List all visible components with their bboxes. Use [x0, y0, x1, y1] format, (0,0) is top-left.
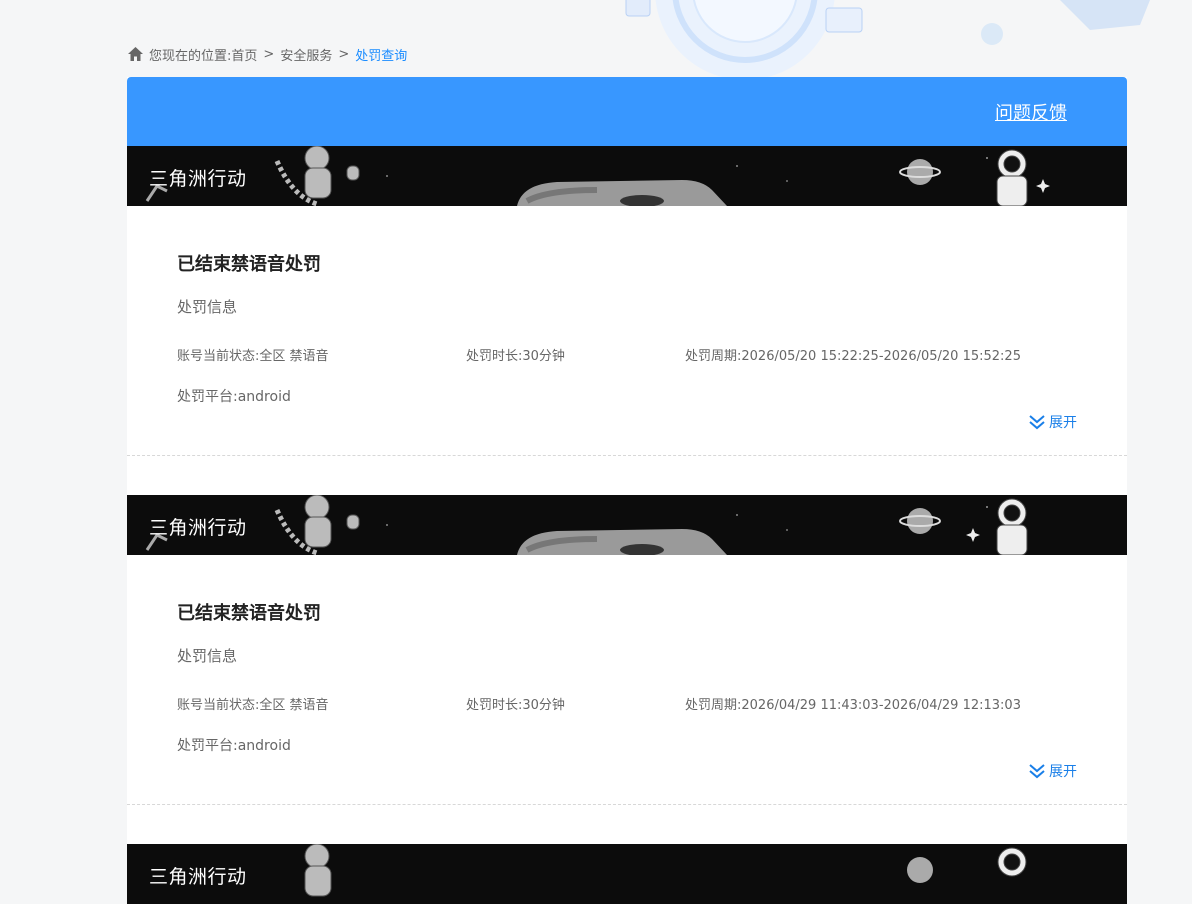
account-status: 账号当前状态:全区 禁语音 — [177, 698, 329, 713]
breadcrumb-prefix: 您现在的位置: — [149, 48, 232, 64]
background-decoration — [0, 0, 1192, 80]
penalty-list-panel: 问题反馈 三角洲行动 已结束禁语音处罚 处罚信息 账号当前状态:全区 禁语音 处… — [127, 77, 1127, 904]
record-body: 已结束禁语音处罚 处罚信息 账号当前状态:全区 禁语音 处罚时长:30分钟 处罚… — [127, 206, 1127, 456]
record-gap — [127, 456, 1127, 495]
penalty-duration: 处罚时长:30分钟 — [466, 698, 565, 713]
game-banner: 三角洲行动 — [127, 844, 1127, 904]
astronaut-banner-art — [127, 146, 1127, 206]
breadcrumb-item-security[interactable]: 安全服务 — [280, 45, 332, 64]
double-chevron-down-icon — [1029, 764, 1045, 779]
expand-button[interactable]: 展开 — [1028, 412, 1077, 432]
account-status: 账号当前状态:全区 禁语音 — [177, 349, 329, 364]
section-label: 处罚信息 — [177, 647, 238, 665]
penalty-period: 处罚周期:2026/04/29 11:43:03-2026/04/29 12:1… — [685, 698, 1021, 713]
record-body: 已结束禁语音处罚 处罚信息 账号当前状态:全区 禁语音 处罚时长:30分钟 处罚… — [127, 555, 1127, 805]
game-banner: 三角洲行动 — [127, 146, 1127, 206]
penalty-platform: 处罚平台:android — [177, 738, 291, 754]
penalty-duration: 处罚时长:30分钟 — [466, 349, 565, 364]
record-gap — [127, 805, 1127, 844]
game-name: 三角洲行动 — [149, 866, 247, 888]
astronaut-banner-art — [127, 495, 1127, 555]
penalty-record: 三角洲行动 已结束禁语音处罚 处罚信息 账号当前状态:全区 禁语音 处罚时长:3… — [127, 146, 1127, 456]
section-label: 处罚信息 — [177, 298, 238, 316]
expand-label: 展开 — [1049, 764, 1077, 780]
breadcrumb-item-current: 处罚查询 — [355, 48, 408, 64]
breadcrumb-separator: > — [263, 46, 275, 62]
astronaut-banner-art — [127, 844, 1127, 904]
panel-header: 问题反馈 — [127, 77, 1127, 146]
breadcrumb: 您现在的位置: 首页 > 安全服务 > 处罚查询 — [127, 44, 407, 64]
expand-label: 展开 — [1049, 415, 1077, 431]
expand-button[interactable]: 展开 — [1028, 761, 1077, 781]
feedback-link[interactable]: 问题反馈 — [995, 99, 1067, 125]
penalty-record: 三角洲行动 — [127, 844, 1127, 904]
penalty-period: 处罚周期:2026/05/20 15:22:25-2026/05/20 15:5… — [685, 349, 1021, 364]
breadcrumb-separator: > — [338, 46, 350, 62]
double-chevron-down-icon — [1029, 415, 1045, 430]
game-banner: 三角洲行动 — [127, 495, 1127, 555]
game-name: 三角洲行动 — [149, 168, 247, 190]
record-title: 已结束禁语音处罚 — [177, 254, 321, 275]
record-title: 已结束禁语音处罚 — [177, 603, 321, 624]
game-name: 三角洲行动 — [149, 517, 247, 539]
penalty-platform: 处罚平台:android — [177, 389, 291, 405]
breadcrumb-item-home[interactable]: 首页 — [231, 45, 257, 64]
home-icon — [127, 46, 144, 62]
penalty-record: 三角洲行动 已结束禁语音处罚 处罚信息 账号当前状态:全区 禁语音 处罚时长:3… — [127, 495, 1127, 805]
